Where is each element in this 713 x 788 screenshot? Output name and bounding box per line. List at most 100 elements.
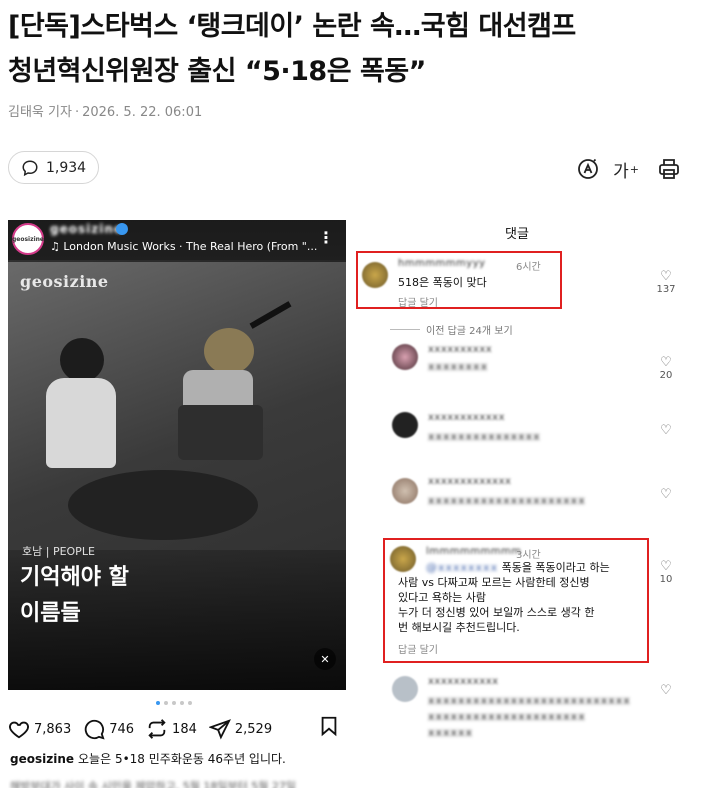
overlay-caption-line-1: 기억해야 할	[20, 565, 129, 590]
comment-time: 6시간	[516, 262, 541, 273]
comment-text-line-1: xxxxxxxxxxxxxxxxxxxxxxxxxxx	[428, 694, 631, 707]
instagram-post-image: geosizine geosizine ♫ London Music Works…	[8, 220, 346, 788]
overlay-caption-line-2: 이름들	[20, 601, 81, 626]
comment-username[interactable]: lmmmmmmmmm	[426, 546, 521, 557]
comment-avatar[interactable]	[392, 412, 418, 438]
bookmark-icon	[321, 716, 337, 737]
post-overlay-caption: 기억해야 할 이름들	[20, 560, 129, 632]
article-headline: [단독]스타벅스 ‘탱크데이’ 논란 속…국힘 대선캠프 청년혁신위원장 출신 …	[8, 4, 708, 94]
post-avatar[interactable]: geosizine	[12, 223, 44, 255]
carousel-indicator	[156, 701, 192, 705]
comment-like-count: 10	[659, 574, 673, 585]
comment-avatar[interactable]	[392, 478, 418, 504]
like-count: 7,863	[34, 721, 72, 737]
comment-text: @xxxxxxxx 폭동을 폭동이라고 하는	[426, 561, 610, 575]
desc-text: 오늘은 5•18 민주화운동 46주년 입니다.	[78, 752, 286, 766]
carousel-dot	[164, 701, 168, 705]
save-button[interactable]	[318, 715, 340, 741]
comment-username[interactable]: hmmmmmmyyy	[398, 258, 486, 269]
comment-avatar[interactable]	[362, 262, 388, 288]
reply-button[interactable]: 답글 달기	[398, 294, 438, 309]
summary-icon	[578, 158, 598, 179]
comments-title: 댓글	[505, 227, 529, 242]
reply-button[interactable]: 답글 달기	[398, 641, 438, 656]
view-previous-replies[interactable]: 이전 답글 24개 보기	[390, 322, 513, 337]
comment-text-line-1: 폭동을 폭동이라고 하는	[501, 561, 610, 574]
post-description: geosizine 오늘은 5•18 민주화운동 46주년 입니다.	[10, 750, 286, 767]
comment-username[interactable]: xxxxxxxxxxxx	[428, 412, 505, 423]
repost-button[interactable]: 184	[146, 718, 197, 740]
comment-text: xxxxxxxxxxxxxxxxxxxxx	[428, 494, 586, 507]
post-music-info[interactable]: ♫ London Music Works · The Real Hero (Fr…	[50, 240, 317, 253]
comment-like-button[interactable]: ♡	[656, 684, 676, 698]
heart-icon: ♡	[660, 355, 672, 370]
byline-separator: ·	[74, 105, 80, 120]
comment-like-button[interactable]: ♡	[656, 488, 676, 502]
photo-soldier-helmet	[204, 328, 254, 374]
view-previous-label: 이전 답글 24개 보기	[426, 326, 513, 337]
post-username[interactable]: geosizine	[50, 222, 123, 236]
print-button[interactable]	[655, 155, 683, 183]
heart-icon	[9, 721, 29, 739]
comments-panel: 댓글 hmmmmmmyyy 6시간 518은 폭동이 맞다 답글 달기 ♡ 137…	[352, 220, 708, 788]
comment-text-line-3: 있다고 욕하는 사람	[398, 591, 486, 604]
headline-line-2: 청년혁신위원장 출신 “5·18은 폭동”	[8, 56, 426, 87]
verified-badge-icon	[116, 223, 128, 235]
comment-button[interactable]: 746	[83, 718, 134, 740]
post-description-blurred: 해방부대가 사이 속 시민을 제압하고, 5월 18일부터 5월 27일	[10, 780, 296, 788]
comment-icon	[85, 719, 105, 740]
comment-like-button[interactable]: ♡ 10	[656, 559, 676, 586]
comment-text-line-5: 번 해보시길 추천드립니다.	[398, 621, 520, 634]
post-actions-bar: 7,863 746 184 2,529	[8, 715, 346, 743]
comment-avatar[interactable]	[392, 676, 418, 702]
comment-count-post: 746	[109, 721, 135, 737]
share-button[interactable]: 2,529	[208, 718, 273, 740]
share-count: 2,529	[234, 721, 273, 737]
mute-icon[interactable]: ✕	[314, 648, 336, 670]
repost-count: 184	[172, 721, 197, 737]
comment-avatar[interactable]	[390, 546, 416, 572]
comment-text: 518은 폭동이 맞다	[398, 276, 487, 289]
comment-mention[interactable]: @xxxxxxxx	[426, 561, 498, 574]
comment-like-button[interactable]: ♡	[656, 424, 676, 438]
comment-count-button[interactable]: 1,934	[8, 151, 100, 184]
post-category-tag: 호남 | PEOPLE	[22, 545, 95, 558]
font-size-button[interactable]: 가 +	[612, 155, 640, 183]
like-button[interactable]: 7,863	[8, 718, 71, 740]
desc-username[interactable]: geosizine	[10, 752, 74, 766]
carousel-dot	[156, 701, 160, 705]
heart-icon: ♡	[660, 683, 672, 698]
font-size-label: 가	[613, 161, 629, 182]
author-name[interactable]: 김태욱 기자	[8, 105, 72, 120]
comment-text-line-3: xxxxxx	[428, 726, 474, 739]
comment-text-line-2: 사람 vs 다짜고짜 모르는 사람한테 정신병	[398, 576, 590, 589]
photo-turret	[68, 470, 258, 540]
comment-text: xxxxxxxxxxxxxxx	[428, 430, 541, 443]
comment-username[interactable]: xxxxxxxxxxxxx	[428, 476, 511, 487]
send-icon	[208, 719, 231, 740]
comment-like-button[interactable]: ♡ 137	[656, 269, 676, 296]
carousel-dot	[180, 701, 184, 705]
heart-icon: ♡	[660, 559, 672, 574]
print-icon	[659, 159, 679, 179]
summary-button[interactable]	[574, 155, 602, 183]
byline: 김태욱 기자 · 2026. 5. 22. 06:01	[8, 101, 202, 120]
comment-like-count: 137	[656, 284, 676, 295]
photo-hatch	[178, 405, 263, 460]
repost-icon	[148, 719, 166, 739]
comment-username[interactable]: xxxxxxxxxxx	[428, 676, 499, 687]
carousel-dot	[172, 701, 176, 705]
post-photo: geosizine geosizine ♫ London Music Works…	[8, 220, 346, 690]
more-options-icon[interactable]: ⋮	[318, 228, 334, 247]
comment-text-line-2: xxxxxxxxxxxxxxxxxxxxx	[428, 710, 586, 723]
comment-text-line-4: 누가 더 정신병 있어 보일까 스스로 생각 한	[398, 606, 595, 619]
post-brand-watermark: geosizine	[20, 272, 109, 291]
speech-bubble-icon	[22, 159, 38, 176]
carousel-dot	[188, 701, 192, 705]
comment-avatar[interactable]	[392, 344, 418, 370]
heart-icon: ♡	[660, 423, 672, 438]
photo-figure-body	[46, 378, 116, 468]
comment-like-button[interactable]: ♡ 20	[656, 355, 676, 382]
comment-username[interactable]: xxxxxxxxxx	[428, 344, 492, 355]
heart-icon: ♡	[660, 269, 672, 284]
